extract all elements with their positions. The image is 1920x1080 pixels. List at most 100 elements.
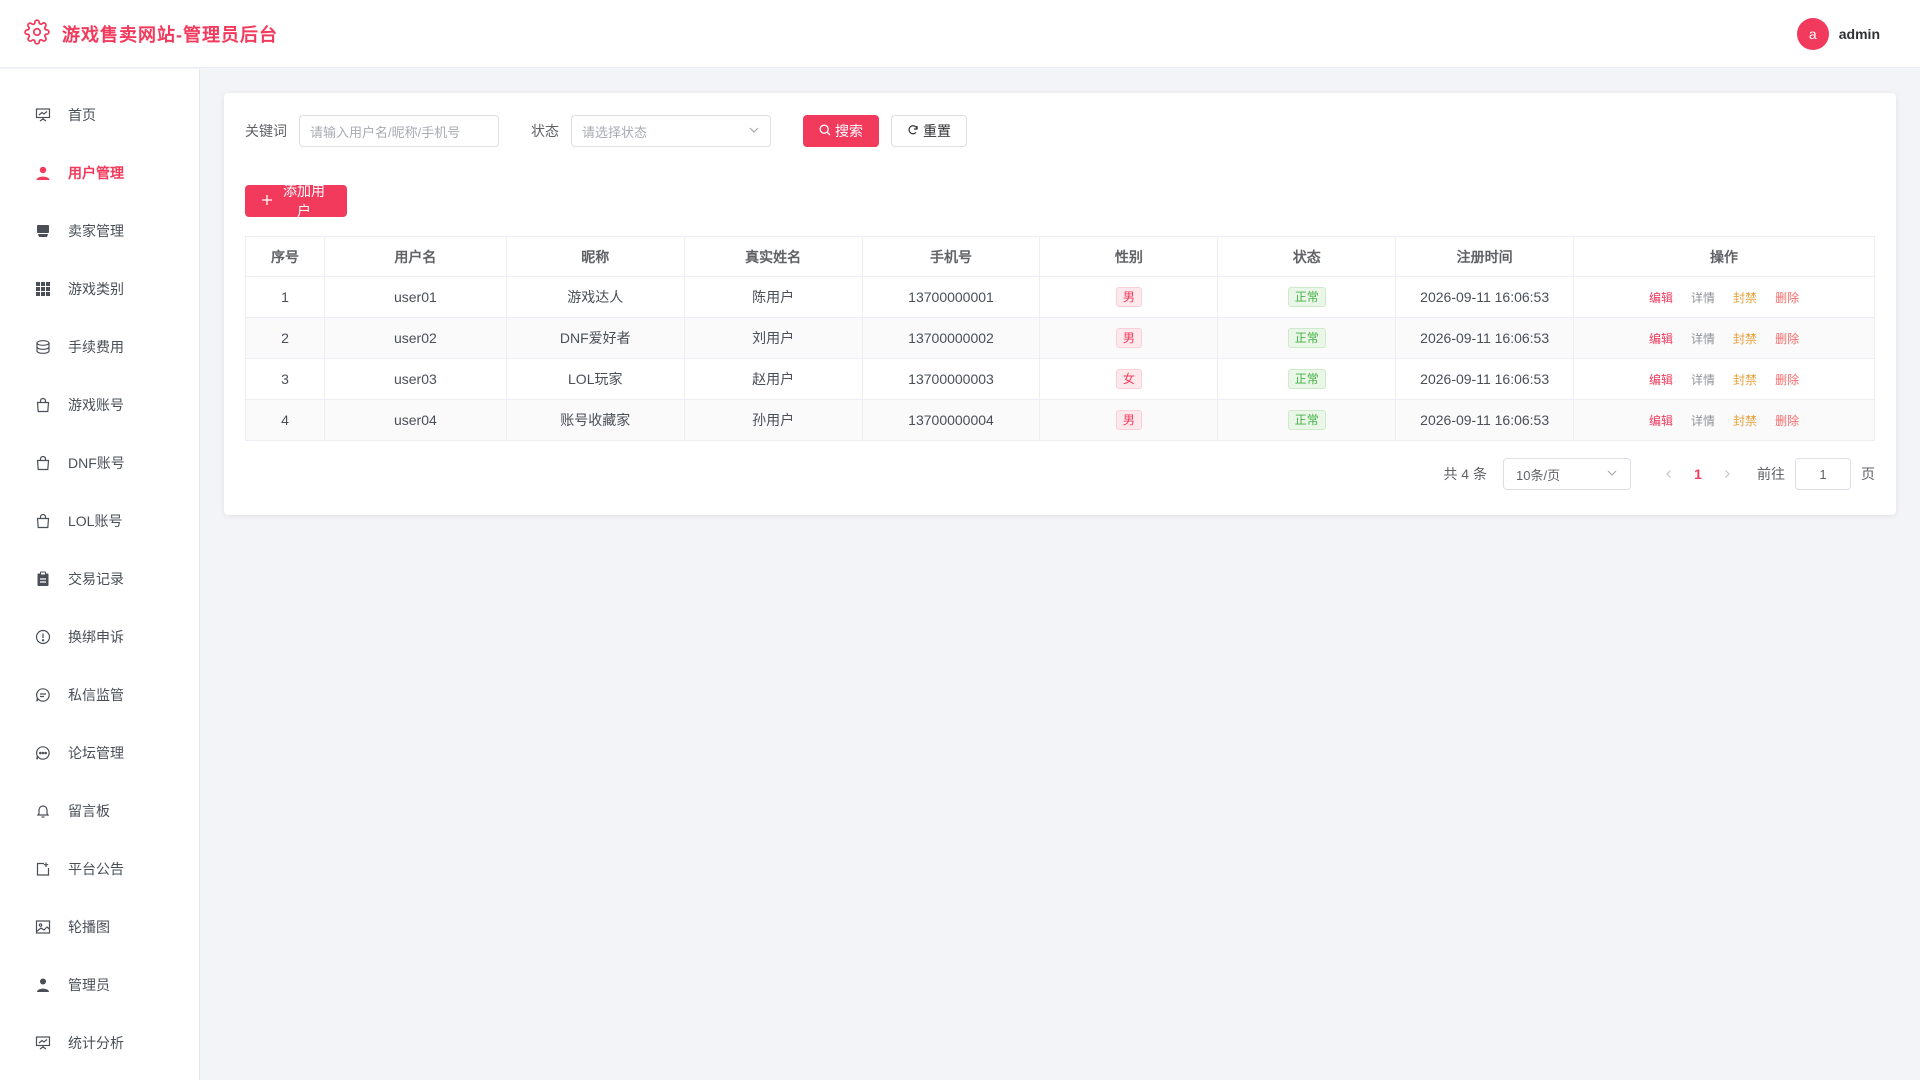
sidebar-item-12[interactable]: 留言板 [0, 782, 199, 840]
avatar[interactable]: a [1796, 17, 1829, 50]
sidebar-item-label: 平台公告 [68, 861, 124, 877]
ban-button[interactable]: 封禁 [1733, 371, 1757, 388]
user-icon [34, 164, 52, 182]
col-header-reg-time: 注册时间 [1395, 236, 1575, 277]
sidebar-item-label: 游戏类别 [68, 281, 124, 297]
cell-status: 正常 [1217, 399, 1397, 441]
sidebar-item-label: 轮播图 [68, 919, 110, 935]
delete-button[interactable]: 删除 [1775, 412, 1799, 429]
cell-reg-time: 2026-09-11 16:06:53 [1395, 317, 1575, 359]
ban-button[interactable]: 封禁 [1733, 289, 1757, 306]
cell-username: user01 [323, 276, 507, 318]
chevron-right-icon [1725, 470, 1730, 478]
sidebar-item-11[interactable]: 论坛管理 [0, 724, 199, 782]
sidebar-item-0[interactable]: 首页 [0, 86, 199, 144]
status-placeholder: 请选择状态 [582, 124, 648, 140]
sidebar-item-4[interactable]: 手续费用 [0, 318, 199, 376]
cell-phone: 13700000001 [861, 276, 1041, 318]
status-badge: 正常 [1287, 287, 1326, 307]
sidebar-item-3[interactable]: 游戏类别 [0, 260, 199, 318]
table-row: 2 user02 DNF爱好者 刘用户 13700000002 男 正常 2026-09-11… [245, 317, 1875, 359]
chevron-down-icon [748, 124, 760, 139]
coins-icon [34, 338, 52, 356]
gear-icon [24, 19, 50, 48]
edit-button[interactable]: 编辑 [1649, 289, 1673, 306]
cell-ops: 编辑 详情 封禁 删除 [1573, 399, 1875, 441]
sidebar-item-7[interactable]: LOL账号 [0, 492, 199, 550]
page-number-current[interactable]: 1 [1683, 460, 1713, 488]
status-label: 状态 [531, 123, 559, 139]
prev-page-button[interactable] [1655, 460, 1683, 488]
sidebar-item-15[interactable]: 管理员 [0, 956, 199, 1014]
clipboard-icon [34, 570, 52, 588]
sidebar-item-label: 留言板 [68, 803, 110, 819]
col-header-phone: 手机号 [861, 236, 1041, 277]
sidebar-item-2[interactable]: 卖家管理 [0, 202, 199, 260]
detail-button[interactable]: 详情 [1691, 330, 1715, 347]
cell-nickname: 游戏达人 [505, 276, 685, 318]
col-header-ops: 操作 [1573, 236, 1875, 277]
sidebar-item-label: 统计分析 [68, 1035, 124, 1051]
sidebar-item-9[interactable]: 换绑申诉 [0, 608, 199, 666]
gender-tag: 男 [1115, 328, 1142, 348]
sidebar-item-6[interactable]: DNF账号 [0, 434, 199, 492]
search-button-label: 搜索 [835, 123, 863, 139]
cell-realname: 刘用户 [683, 317, 863, 359]
sidebar-item-14[interactable]: 轮播图 [0, 898, 199, 956]
sidebar-item-label: LOL账号 [68, 513, 123, 529]
edit-button[interactable]: 编辑 [1649, 330, 1673, 347]
page-suffix: 页 [1861, 466, 1875, 482]
cell-no: 1 [245, 276, 325, 318]
gender-tag: 男 [1115, 410, 1142, 430]
ban-button[interactable]: 封禁 [1733, 412, 1757, 429]
keyword-placeholder: 请输入用户名/昵称/手机号 [310, 124, 461, 140]
detail-button[interactable]: 详情 [1691, 289, 1715, 306]
detail-button[interactable]: 详情 [1691, 412, 1715, 429]
cell-no: 3 [245, 358, 325, 400]
keyword-label: 关键词 [245, 123, 287, 139]
cell-gender: 男 [1039, 399, 1219, 441]
cell-phone: 13700000004 [861, 399, 1041, 441]
delete-button[interactable]: 删除 [1775, 371, 1799, 388]
reset-button[interactable]: 重置 [891, 115, 967, 147]
gender-tag: 男 [1115, 287, 1142, 307]
delete-button[interactable]: 删除 [1775, 289, 1799, 306]
detail-button[interactable]: 详情 [1691, 371, 1715, 388]
username[interactable]: admin [1839, 26, 1880, 42]
page-size-select[interactable]: 10条/页 [1503, 458, 1631, 490]
sidebar-item-10[interactable]: 私信监管 [0, 666, 199, 724]
sidebar-item-16[interactable]: 统计分析 [0, 1014, 199, 1072]
col-header-realname: 真实姓名 [683, 236, 863, 277]
cell-username: user04 [323, 399, 507, 441]
cell-status: 正常 [1217, 358, 1397, 400]
search-icon [819, 123, 831, 139]
bell-icon [34, 802, 52, 820]
keyword-input[interactable]: 请输入用户名/昵称/手机号 [299, 115, 499, 147]
bag-icon [34, 512, 52, 530]
status-badge: 正常 [1287, 369, 1326, 389]
refresh-icon [907, 123, 919, 139]
sidebar-item-label: 手续费用 [68, 339, 124, 355]
ban-button[interactable]: 封禁 [1733, 330, 1757, 347]
user-menu[interactable]: a admin [1796, 17, 1880, 50]
goto-page-input[interactable]: 1 [1795, 458, 1851, 490]
cell-reg-time: 2026-09-11 16:06:53 [1395, 399, 1575, 441]
table-row: 3 user03 LOL玩家 赵用户 13700000003 女 正常 2026-09-11 … [245, 358, 1875, 400]
page-size-value: 10条/页 [1516, 467, 1561, 483]
sidebar-item-label: 用户管理 [68, 165, 124, 181]
next-page-button[interactable] [1713, 460, 1741, 488]
add-user-button[interactable]: 添加用户 [245, 183, 347, 219]
sidebar-item-5[interactable]: 游戏账号 [0, 376, 199, 434]
edit-button[interactable]: 编辑 [1649, 371, 1673, 388]
presentation-icon [34, 1034, 52, 1052]
app-title: 游戏售卖网站-管理员后台 [62, 24, 278, 45]
sidebar-item-1[interactable]: 用户管理 [0, 144, 199, 202]
cell-nickname: DNF爱好者 [505, 317, 685, 359]
sidebar-item-13[interactable]: 平台公告 [0, 840, 199, 898]
delete-button[interactable]: 删除 [1775, 330, 1799, 347]
status-select[interactable]: 请选择状态 [571, 115, 771, 147]
search-button[interactable]: 搜索 [803, 115, 879, 147]
sidebar-item-8[interactable]: 交易记录 [0, 550, 199, 608]
edit-button[interactable]: 编辑 [1649, 412, 1673, 429]
cell-status: 正常 [1217, 317, 1397, 359]
